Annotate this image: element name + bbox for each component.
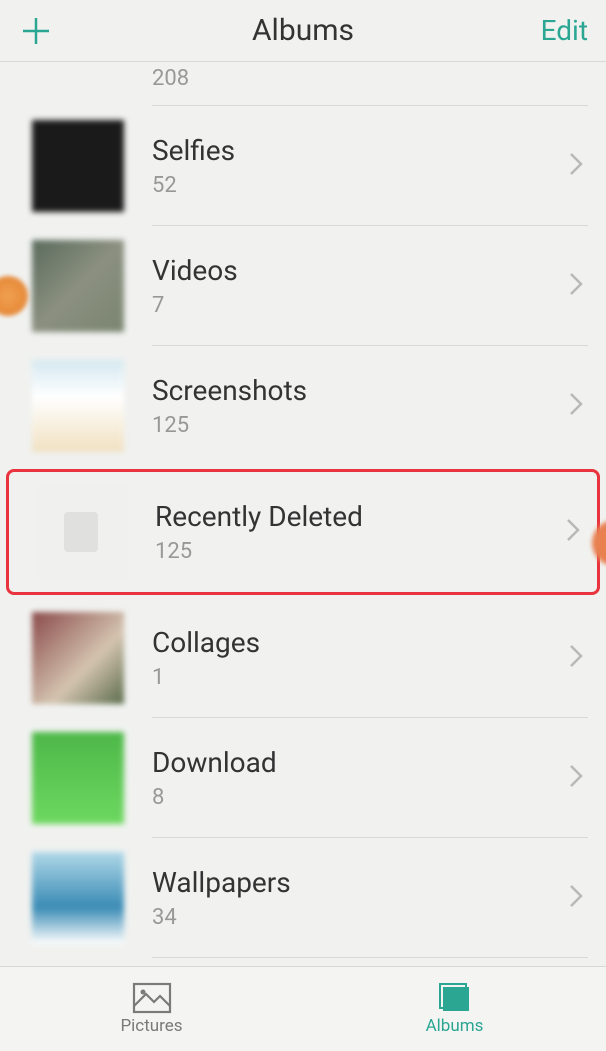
- add-album-button[interactable]: [18, 13, 54, 49]
- album-thumbnail: [35, 486, 127, 578]
- album-row[interactable]: 208: [0, 62, 606, 106]
- album-text: Selfies 52: [152, 134, 568, 198]
- nav-label: Pictures: [120, 1016, 182, 1036]
- album-thumbnail: [32, 120, 124, 212]
- chevron-right-icon: [565, 517, 581, 547]
- album-row-wallpapers[interactable]: Wallpapers 34: [0, 838, 606, 958]
- album-count: 52: [152, 173, 568, 198]
- nav-label: Albums: [426, 1016, 484, 1036]
- albums-list: 208 Selfies 52 Videos 7 Screenshots 125: [0, 62, 606, 966]
- albums-icon: [435, 982, 475, 1014]
- album-text: Download 8: [152, 746, 568, 810]
- album-count: 34: [152, 905, 568, 930]
- album-title: Selfies: [152, 134, 568, 167]
- album-row-selfies[interactable]: Selfies 52: [0, 106, 606, 226]
- album-text: Collages 1: [152, 626, 568, 690]
- album-text: Recently Deleted 125: [155, 500, 565, 564]
- album-row-download[interactable]: Download 8: [0, 718, 606, 838]
- album-count: 208: [152, 66, 189, 91]
- album-title: Download: [152, 746, 568, 779]
- bottom-navigation: Pictures Albums: [0, 966, 606, 1051]
- chevron-right-icon: [568, 271, 584, 301]
- album-thumbnail: [32, 612, 124, 704]
- page-title: Albums: [252, 13, 354, 48]
- album-row-screenshots[interactable]: Screenshots 125: [0, 346, 606, 466]
- edit-button[interactable]: Edit: [541, 14, 588, 47]
- album-thumbnail: [32, 732, 124, 824]
- album-title: Wallpapers: [152, 866, 568, 899]
- album-title: Recently Deleted: [155, 500, 565, 533]
- tab-pictures[interactable]: Pictures: [0, 967, 303, 1051]
- chevron-right-icon: [568, 763, 584, 793]
- album-count: 8: [152, 785, 568, 810]
- album-text: Wallpapers 34: [152, 866, 568, 930]
- album-row-videos[interactable]: Videos 7: [0, 226, 606, 346]
- album-row-collages[interactable]: Collages 1: [0, 598, 606, 718]
- chevron-right-icon: [568, 151, 584, 181]
- header-bar: Albums Edit: [0, 0, 606, 62]
- album-count: 125: [155, 539, 565, 564]
- album-count: 1: [152, 665, 568, 690]
- album-count: 125: [152, 413, 568, 438]
- plus-icon: [21, 16, 51, 46]
- album-text: Screenshots 125: [152, 374, 568, 438]
- pictures-icon: [132, 982, 172, 1014]
- album-thumbnail: [32, 852, 124, 944]
- album-row-recently-deleted[interactable]: Recently Deleted 125: [6, 469, 600, 595]
- divider: [152, 957, 588, 958]
- chevron-right-icon: [568, 391, 584, 421]
- album-thumbnail: [32, 360, 124, 452]
- album-title: Videos: [152, 254, 568, 287]
- tab-albums[interactable]: Albums: [303, 967, 606, 1051]
- album-title: Screenshots: [152, 374, 568, 407]
- album-title: Collages: [152, 626, 568, 659]
- album-count: 7: [152, 293, 568, 318]
- chevron-right-icon: [568, 643, 584, 673]
- album-thumbnail: [32, 240, 124, 332]
- chevron-right-icon: [568, 883, 584, 913]
- album-text: Videos 7: [152, 254, 568, 318]
